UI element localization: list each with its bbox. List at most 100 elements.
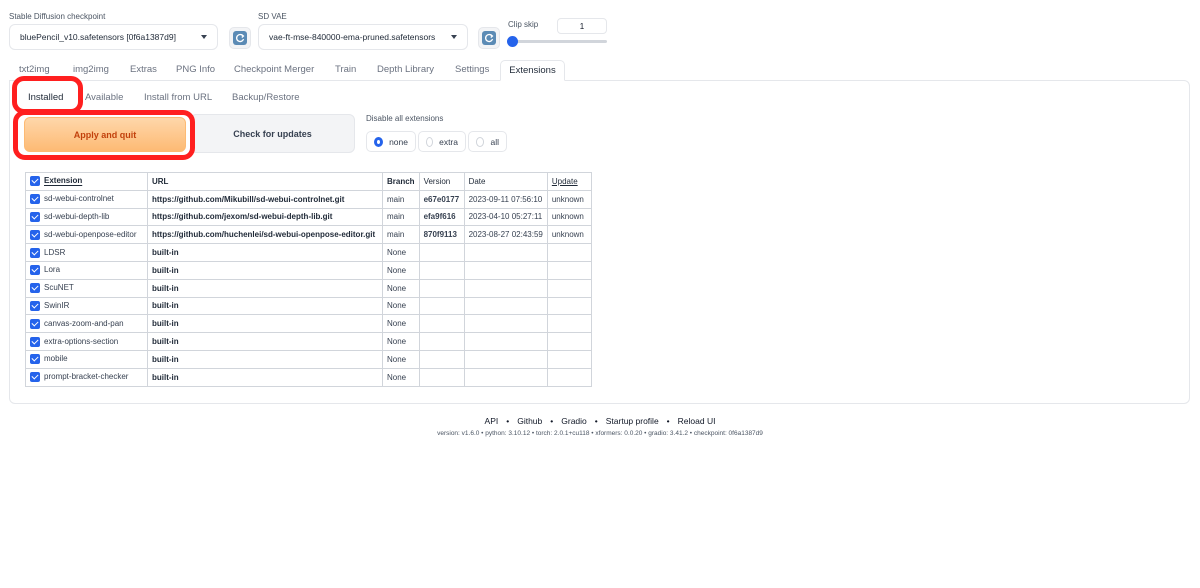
table-row: prompt-bracket-checker built-in None: [25, 367, 592, 387]
tab-png-info[interactable]: PNG Info: [176, 64, 215, 75]
branch-cell: None: [382, 260, 420, 280]
date-cell: [463, 349, 548, 369]
url-cell: https://github.com/jexom/sd-webui-depth-…: [147, 207, 383, 227]
checkpoint-value: bluePencil_v10.safetensors [0f6a1387d9]: [20, 32, 176, 42]
radio-extra-label: extra: [439, 136, 458, 147]
date-cell: [463, 332, 548, 351]
select-all-checkbox[interactable]: [30, 176, 40, 187]
radio-none-label: none: [389, 136, 408, 147]
checkpoint-label: Stable Diffusion checkpoint: [9, 12, 106, 21]
subtab-backup-restore[interactable]: Backup/Restore: [232, 92, 300, 103]
extension-name-cell: sd-webui-openpose-editor: [25, 225, 148, 245]
update-cell: [546, 367, 592, 387]
subtab-available[interactable]: Available: [85, 92, 123, 103]
tab-train[interactable]: Train: [335, 64, 356, 75]
extension-enable-checkbox[interactable]: [30, 372, 40, 383]
branch-cell: None: [382, 278, 420, 298]
highlight-apply: [13, 110, 195, 160]
tab-extras[interactable]: Extras: [130, 64, 157, 75]
date-cell: 2023-04-10 05:27:11: [463, 207, 548, 227]
refresh-vae-button[interactable]: [478, 27, 500, 49]
tab-txt2img[interactable]: txt2img: [19, 64, 50, 75]
clip-skip-slider-thumb[interactable]: [507, 36, 518, 47]
footer-link-gradio[interactable]: Gradio: [561, 416, 587, 426]
update-cell: [546, 260, 592, 280]
update-cell: [546, 332, 592, 351]
extension-enable-checkbox[interactable]: [30, 229, 40, 240]
extension-name: LDSR: [44, 247, 66, 257]
date-cell: [463, 296, 548, 316]
disable-all-label: Disable all extensions: [366, 114, 444, 123]
header-date: Date: [463, 172, 548, 191]
extension-enable-checkbox[interactable]: [30, 300, 40, 311]
extension-enable-checkbox[interactable]: [30, 336, 40, 347]
extension-name: sd-webui-depth-lib: [44, 212, 110, 222]
extension-name-cell: canvas-zoom-and-pan: [25, 314, 148, 334]
table-row: canvas-zoom-and-pan built-in None: [25, 314, 592, 334]
date-cell: 2023-09-11 07:56:10: [463, 189, 548, 209]
vae-select[interactable]: vae-ft-mse-840000-ema-pruned.safetensors: [258, 24, 468, 50]
version-cell: [418, 296, 465, 316]
branch-cell: None: [382, 349, 420, 369]
version-cell: e67e0177: [418, 189, 465, 209]
extension-name-cell: mobile: [25, 349, 148, 369]
url-cell: built-in: [147, 314, 383, 334]
extension-enable-checkbox[interactable]: [30, 194, 40, 205]
footer-link-reload-ui[interactable]: Reload UI: [678, 416, 716, 426]
extension-enable-checkbox[interactable]: [30, 283, 40, 294]
refresh-checkpoint-button[interactable]: [229, 27, 251, 49]
table-row: SwinIR built-in None: [25, 296, 592, 316]
tab-img2img[interactable]: img2img: [73, 64, 109, 75]
extension-name: ScuNET: [44, 283, 74, 293]
update-cell: [546, 296, 592, 316]
date-cell: [463, 367, 548, 387]
tab-depth-library[interactable]: Depth Library: [377, 64, 434, 75]
extension-name: sd-webui-openpose-editor: [44, 229, 137, 239]
checkpoint-select[interactable]: bluePencil_v10.safetensors [0f6a1387d9]: [9, 24, 218, 50]
extension-enable-checkbox[interactable]: [30, 265, 40, 276]
update-cell: unknown: [546, 189, 592, 209]
header-url: URL: [147, 172, 383, 191]
footer-links: API • Github • Gradio • Startup profile • Reload…: [484, 416, 716, 426]
footer-link-api[interactable]: API: [485, 416, 499, 426]
extension-enable-checkbox[interactable]: [30, 247, 40, 258]
extension-enable-checkbox[interactable]: [30, 211, 40, 222]
clip-skip-slider-track[interactable]: [511, 40, 607, 43]
footer-link-startup-profile[interactable]: Startup profile: [606, 416, 659, 426]
table-row: sd-webui-depth-lib https://github.com/jex…: [25, 207, 592, 227]
table-row: ScuNET built-in None: [25, 278, 592, 298]
extension-name-cell: prompt-bracket-checker: [25, 367, 148, 387]
check-for-updates-button[interactable]: Check for updates: [190, 114, 355, 153]
tab-checkpoint-merger[interactable]: Checkpoint Merger: [234, 64, 314, 75]
radio-extra[interactable]: extra: [418, 131, 466, 152]
radio-all[interactable]: all: [468, 131, 507, 152]
extension-enable-checkbox[interactable]: [30, 354, 40, 365]
radio-all-label: all: [490, 136, 499, 147]
header-update[interactable]: Update: [546, 172, 592, 191]
vae-value: vae-ft-mse-840000-ema-pruned.safetensors: [269, 32, 436, 42]
extension-name-cell: Lora: [25, 260, 148, 280]
extension-name: mobile: [44, 354, 68, 364]
radio-extra-dot: [426, 136, 434, 147]
date-cell: 2023-08-27 02:43:59: [463, 225, 548, 245]
update-cell: [546, 243, 592, 262]
extension-enable-checkbox[interactable]: [30, 318, 40, 329]
extension-name-cell: extra-options-section: [25, 332, 148, 351]
extension-name-cell: sd-webui-controlnet: [25, 189, 148, 209]
update-cell: [546, 349, 592, 369]
refresh-icon: [233, 31, 247, 45]
header-extension[interactable]: Extension: [25, 172, 148, 191]
radio-none[interactable]: none: [366, 131, 416, 152]
version-info: version: v1.6.0 • python: 3.10.12 • torc…: [437, 430, 763, 437]
url-cell: built-in: [147, 332, 383, 351]
clip-skip-input[interactable]: 1: [557, 18, 607, 34]
header-version: Version: [418, 172, 465, 191]
date-cell: [463, 260, 548, 280]
footer-link-github[interactable]: Github: [517, 416, 542, 426]
url-cell: https://github.com/huchenlei/sd-webui-op…: [147, 225, 383, 245]
tab-settings[interactable]: Settings: [455, 64, 489, 75]
branch-cell: None: [382, 314, 420, 334]
tab-extensions[interactable]: Extensions: [500, 60, 565, 81]
subtab-install-from-url[interactable]: Install from URL: [144, 92, 212, 103]
clip-skip-label: Clip skip: [508, 20, 539, 29]
